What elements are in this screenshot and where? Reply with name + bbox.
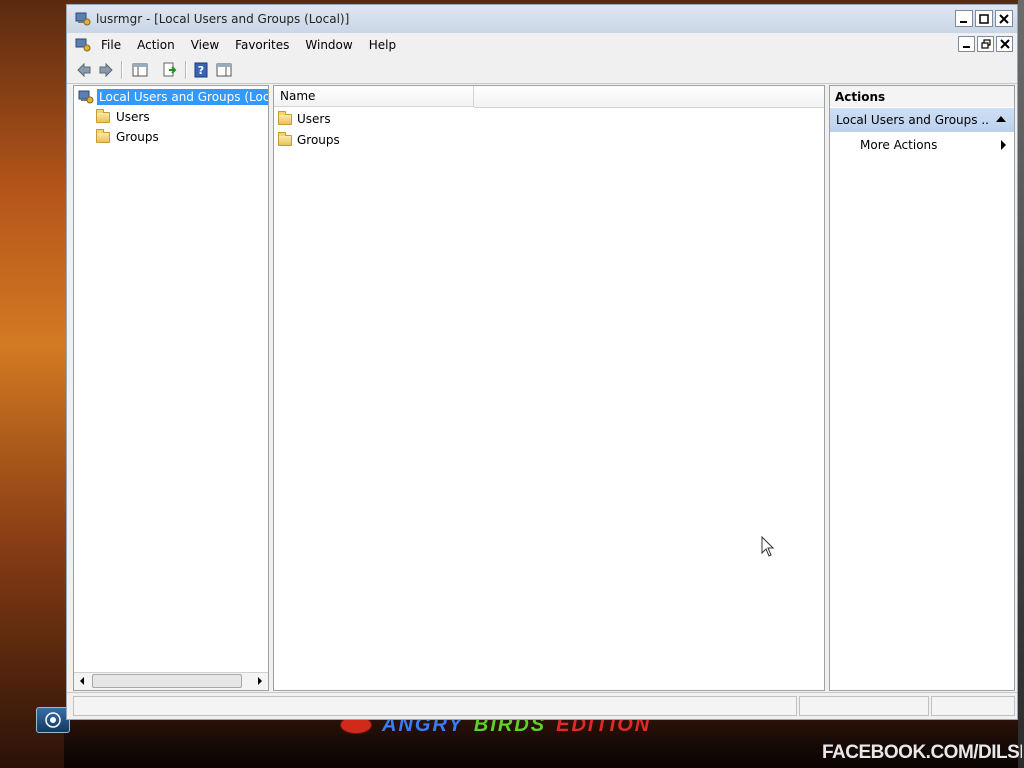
help-button[interactable]: ? [192,61,210,79]
title-bar[interactable]: lusrmgr - [Local Users and Groups (Local… [67,5,1017,34]
more-actions-item[interactable]: More Actions [860,136,937,154]
svg-text:?: ? [198,64,204,77]
folder-icon [278,110,292,125]
close-icon [999,39,1010,49]
forward-arrow-icon [99,62,113,78]
menu-items: File Action View Favorites Window Help [93,33,404,57]
actions-group-header[interactable]: Local Users and Groups ... [830,108,1014,132]
tree-item-label: Groups [116,130,159,144]
mmc-window: lusrmgr - [Local Users and Groups (Local… [66,4,1018,720]
column-header-label: Name [280,89,316,103]
show-hide-action-pane-button[interactable] [215,61,233,79]
tree-item-label: Users [116,110,150,124]
close-button[interactable] [995,10,1013,27]
restore-icon [980,39,991,49]
tray-icon-button[interactable] [36,707,70,733]
back-arrow-icon [77,62,91,78]
menu-help[interactable]: Help [361,38,404,52]
mdi-restore-button[interactable] [977,36,994,52]
scroll-left-icon [80,677,84,685]
toolbar-separator [185,61,187,79]
folder-icon [96,128,110,143]
gear-icon [45,712,61,728]
column-header-name[interactable]: Name [274,86,474,107]
minimize-icon [962,46,970,48]
scroll-left-button[interactable] [74,673,90,689]
action-pane-icon [216,63,232,77]
status-segment-3 [931,696,1015,716]
console-tree-icon [132,63,148,77]
scroll-thumb[interactable] [92,674,242,688]
window-title: lusrmgr - [Local Users and Groups (Local… [96,12,350,26]
submenu-arrow-icon [1001,140,1006,150]
watermark-text: FACEBOOK.COM/DILSHADSYS [822,742,1022,763]
mdi-minimize-button[interactable] [958,36,975,52]
scroll-right-button[interactable] [252,673,268,689]
tree-root-item[interactable]: Local Users and Groups (Local) [78,88,268,106]
forward-button[interactable] [97,61,115,79]
folder-icon [278,131,292,146]
menu-window[interactable]: Window [297,38,360,52]
actions-pane: Actions Local Users and Groups ... More … [829,85,1015,691]
desktop-right-edge [1018,0,1024,768]
scroll-right-icon [258,677,262,685]
menu-bar: File Action View Favorites Window Help [67,33,1017,58]
export-list-icon [163,62,177,77]
menu-view[interactable]: View [183,38,227,52]
help-icon: ? [194,62,208,78]
tree-item-groups[interactable]: Groups [96,128,159,146]
document-icon[interactable] [75,37,91,53]
tree-horizontal-scrollbar[interactable] [74,672,268,690]
toolbar-separator [121,61,123,79]
column-header-filler [474,86,824,108]
export-list-button[interactable] [161,61,179,79]
collapse-up-icon[interactable] [996,116,1006,122]
computer-management-icon [75,12,91,26]
console-tree-pane: Local Users and Groups (Local) Users Gro… [73,85,269,691]
close-icon [999,13,1009,24]
mdi-controls [958,36,1013,52]
menu-file[interactable]: File [93,38,129,52]
tree-item-users[interactable]: Users [96,108,150,126]
folder-icon [96,108,110,123]
show-hide-tree-button[interactable] [131,61,149,79]
list-item-label: Users [297,112,331,126]
list-item-label: Groups [297,133,340,147]
actions-group-label: Local Users and Groups ... [836,113,990,127]
menu-action[interactable]: Action [129,38,183,52]
list-item-users[interactable]: Users [278,110,331,128]
mouse-cursor-icon [761,536,775,557]
mdi-close-button[interactable] [996,36,1013,52]
minimize-icon [960,20,967,23]
list-item-groups[interactable]: Groups [278,131,340,149]
maximize-icon [979,13,989,24]
back-button[interactable] [75,61,93,79]
minimize-button[interactable] [955,10,973,27]
menu-favorites[interactable]: Favorites [227,38,297,52]
results-pane: Name Users Groups [273,85,825,691]
window-controls [955,10,1013,27]
tree-root-label: Local Users and Groups (Local) [97,89,268,105]
maximize-button[interactable] [975,10,993,27]
computer-users-icon [78,90,94,104]
actions-header: Actions [830,86,1014,107]
more-actions-label: More Actions [860,138,938,152]
status-segment-main [73,696,797,716]
status-segment-2 [799,696,929,716]
toolbar: ? [67,57,1017,84]
status-bar [67,692,1017,719]
